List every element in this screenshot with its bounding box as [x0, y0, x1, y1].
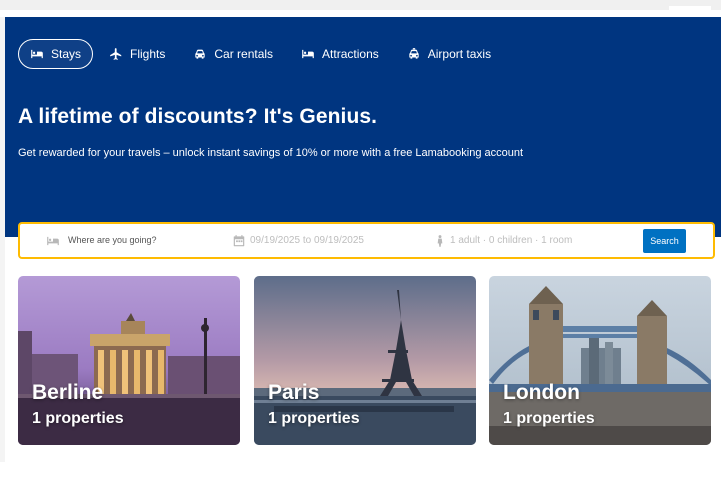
- car-icon: [193, 47, 207, 61]
- destination-card-berline[interactable]: Berline 1 properties: [18, 276, 240, 445]
- guests-field[interactable]: 1 adult · 0 children · 1 room: [450, 235, 572, 246]
- nav-label: Attractions: [322, 47, 379, 61]
- hero-subtitle: Get rewarded for your travels – unlock i…: [18, 147, 524, 159]
- top-strip: [0, 0, 721, 10]
- nav-flights[interactable]: Flights: [97, 39, 177, 69]
- hero-banner: Stays Flights Car rentals Attractions Ai…: [5, 17, 721, 237]
- nav-label: Airport taxis: [427, 47, 492, 61]
- nav-attractions[interactable]: Attractions: [289, 39, 391, 69]
- nav-label: Stays: [51, 47, 82, 61]
- main-nav: Stays Flights Car rentals Attractions Ai…: [18, 39, 503, 69]
- destination-card-london[interactable]: London 1 properties: [489, 276, 711, 445]
- nav-stays[interactable]: Stays: [18, 39, 94, 69]
- bed-icon: [30, 47, 44, 61]
- card-property-count: 1 properties: [268, 410, 360, 427]
- nav-airport-taxis[interactable]: Airport taxis: [395, 39, 503, 69]
- bed-icon: [46, 234, 60, 248]
- card-property-count: 1 properties: [32, 410, 124, 427]
- nav-label: Car rentals: [214, 47, 274, 61]
- destination-card-paris[interactable]: Paris 1 properties: [254, 276, 476, 445]
- hero-title: A lifetime of discounts? It's Genius.: [18, 105, 378, 128]
- plane-icon: [109, 47, 123, 61]
- taxi-icon: [407, 47, 421, 61]
- card-city-name: London: [503, 381, 580, 404]
- nav-car-rentals[interactable]: Car rentals: [181, 39, 285, 69]
- nav-label: Flights: [130, 47, 166, 61]
- calendar-icon: [232, 234, 246, 248]
- search-bar: Where are you going? 09/19/2025 to 09/19…: [18, 222, 715, 259]
- card-city-name: Paris: [268, 381, 320, 404]
- destination-input[interactable]: Where are you going?: [68, 235, 157, 245]
- bed-icon: [301, 47, 315, 61]
- card-city-name: Berline: [32, 381, 104, 404]
- person-icon: [433, 234, 447, 248]
- date-range-field[interactable]: 09/19/2025 to 09/19/2025: [250, 235, 364, 246]
- search-button[interactable]: Search: [643, 229, 686, 253]
- card-property-count: 1 properties: [503, 410, 595, 427]
